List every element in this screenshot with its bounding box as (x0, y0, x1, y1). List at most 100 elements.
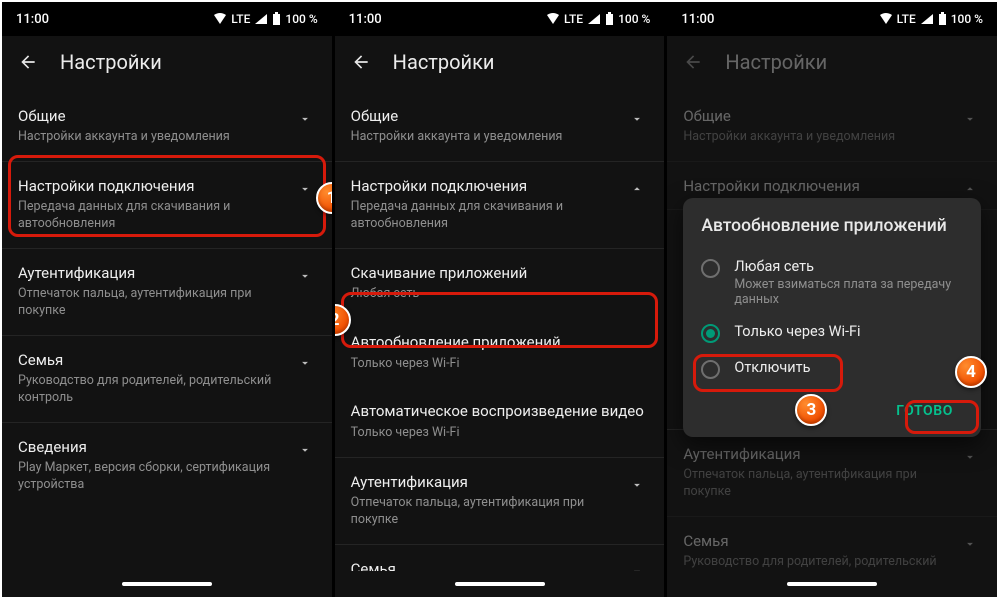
row-authentication: Аутентификация Отпечаток пальца, аутентиф… (667, 430, 997, 517)
back-arrow-icon[interactable] (683, 52, 703, 72)
app-bar: Настройки (667, 36, 997, 92)
option-any-network[interactable]: Любая сеть Может взиматься плата за перед… (701, 250, 963, 315)
status-battery: 100 % (618, 12, 650, 26)
chevron-down-icon (294, 263, 316, 283)
row-subtitle: Любая сеть (351, 286, 649, 303)
chevron-down-icon (626, 472, 648, 492)
row-title: Аутентификация (683, 444, 949, 464)
row-subtitle: Настройки аккаунта и уведомления (351, 129, 617, 146)
row-title: Общие (351, 106, 617, 126)
nav-pill[interactable] (122, 582, 212, 586)
row-general[interactable]: Общие Настройки аккаунта и уведомления (2, 92, 332, 162)
settings-list: Общие Настройки аккаунта и уведомления На… (335, 92, 665, 571)
page-title: Настройки (725, 50, 827, 74)
row-connection-settings[interactable]: Настройки подключения Передача данных для… (335, 162, 665, 249)
chevron-down-icon (626, 559, 648, 572)
row-autoplay-video[interactable]: Автоматическое воспроизведение видео Толь… (335, 387, 665, 457)
row-connection-settings[interactable]: Настройки подключенияПередача данных для… (2, 162, 332, 249)
row-subtitle: Только через Wi-Fi (351, 425, 649, 442)
wifi-icon (879, 13, 893, 25)
status-bar: 11:00 LTE 100 % (335, 2, 665, 36)
row-title: Общие (18, 106, 284, 126)
settings-list: Общие Настройки аккаунта и уведомления На… (2, 92, 332, 571)
chevron-down-icon (626, 106, 648, 126)
row-general: ОбщиеНастройки аккаунта и уведомления (667, 92, 997, 162)
dialog-title: Автообновление приложений (701, 216, 963, 236)
status-right: LTE 100 % (879, 12, 983, 26)
radio-icon (701, 259, 720, 278)
status-right: LTE 100 % (213, 12, 317, 26)
row-subtitle: Руководство для родителей, родительский … (18, 373, 284, 407)
chevron-down-icon (959, 106, 981, 126)
row-subtitle: Отпечаток пальца, аутентификация при пок… (683, 467, 949, 501)
option-disable[interactable]: Отключить (701, 351, 963, 387)
row-general[interactable]: Общие Настройки аккаунта и уведомления (335, 92, 665, 162)
status-battery: 100 % (285, 12, 317, 26)
row-family[interactable]: СемьяРуководство для родителей, родитель… (335, 545, 665, 572)
chevron-down-icon (294, 106, 316, 126)
status-lte: LTE (897, 12, 916, 26)
row-title: Аутентификация (351, 472, 617, 492)
auto-update-dialog: Автообновление приложений Любая сеть Може… (683, 198, 981, 437)
radio-icon (701, 324, 720, 343)
row-title: Настройки подключения (683, 176, 949, 196)
phone-screen-2: 11:00 LTE 100 % Настройки Общие Настройки… (335, 2, 665, 597)
row-subtitle: Отпечаток пальца, аутентификация при пок… (351, 495, 617, 529)
status-battery: 100 % (951, 12, 983, 26)
row-subtitle: Передача данных для скачивания и автообн… (351, 199, 617, 233)
row-title: Автообновление приложений (351, 332, 649, 352)
signal-icon (587, 13, 601, 25)
done-button[interactable]: ГОТОВО (886, 395, 963, 427)
chevron-up-icon (959, 176, 981, 196)
row-auto-update-apps[interactable]: Автообновление приложений Только через Wi… (335, 318, 665, 387)
signal-icon (254, 13, 268, 25)
row-subtitle: Только через Wi-Fi (351, 356, 649, 373)
back-arrow-icon[interactable] (351, 52, 371, 72)
phone-screen-3: 11:00 LTE 100 % Настройки ОбщиеНастройки… (667, 2, 997, 597)
status-right: LTE 100 % (546, 12, 650, 26)
battery-icon (605, 12, 614, 26)
row-authentication[interactable]: Аутентификация Отпечаток пальца, аутентиф… (335, 458, 665, 545)
chevron-down-icon (294, 176, 316, 196)
page-title: Настройки (393, 50, 495, 74)
row-subtitle: Play Маркет, версия сборки, сертификация… (18, 460, 284, 494)
chevron-down-icon (294, 350, 316, 370)
status-bar: 11:00 LTE 100 % (667, 2, 997, 36)
option-wifi-only[interactable]: Только через Wi-Fi (701, 315, 963, 351)
nav-pill[interactable] (787, 582, 877, 586)
row-title: Сведения (18, 437, 284, 457)
chevron-down-icon (959, 531, 981, 551)
row-authentication[interactable]: АутентификацияОтпечаток пальца, аутентиф… (2, 249, 332, 336)
phone-screen-1: 11:00 LTE 100 % Настройки Общие Настройки… (2, 2, 332, 597)
row-about[interactable]: Сведения Play Маркет, версия сборки, серт… (2, 423, 332, 509)
row-subtitle: Настройки аккаунта и уведомления (18, 129, 284, 146)
status-bar: 11:00 LTE 100 % (2, 2, 332, 36)
row-title: Настройки подключения (351, 176, 617, 196)
status-lte: LTE (564, 12, 583, 26)
nav-bar (335, 571, 665, 597)
chevron-up-icon (626, 176, 648, 196)
status-lte: LTE (231, 12, 250, 26)
chevron-down-icon (294, 437, 316, 457)
nav-pill[interactable] (455, 582, 545, 586)
app-bar: Настройки (2, 36, 332, 92)
signal-icon (920, 13, 934, 25)
option-label: Только через Wi-Fi (734, 323, 860, 340)
row-family: СемьяРуководство для родителей, родитель… (667, 517, 997, 571)
row-title: Настройки подключения (18, 176, 284, 196)
status-time: 11:00 (681, 12, 714, 27)
back-arrow-icon[interactable] (18, 52, 38, 72)
page-title: Настройки (60, 50, 162, 74)
nav-bar (2, 571, 332, 597)
row-download-apps[interactable]: Скачивание приложений Любая сеть (335, 249, 665, 318)
tutorial-triptych: 11:00 LTE 100 % Настройки Общие Настройки… (2, 2, 997, 597)
chevron-down-icon (959, 444, 981, 464)
row-title: Автоматическое воспроизведение видео (351, 401, 649, 421)
row-title: Аутентификация (18, 263, 284, 283)
row-family[interactable]: СемьяРуководство для родителей, родитель… (2, 336, 332, 423)
row-title: Скачивание приложений (351, 263, 649, 283)
row-subtitle: Руководство для родителей, родительский … (683, 554, 949, 571)
option-sub: Может взиматься плата за передачу данных (734, 277, 963, 307)
option-label: Любая сеть (734, 258, 963, 275)
battery-icon (272, 12, 281, 26)
